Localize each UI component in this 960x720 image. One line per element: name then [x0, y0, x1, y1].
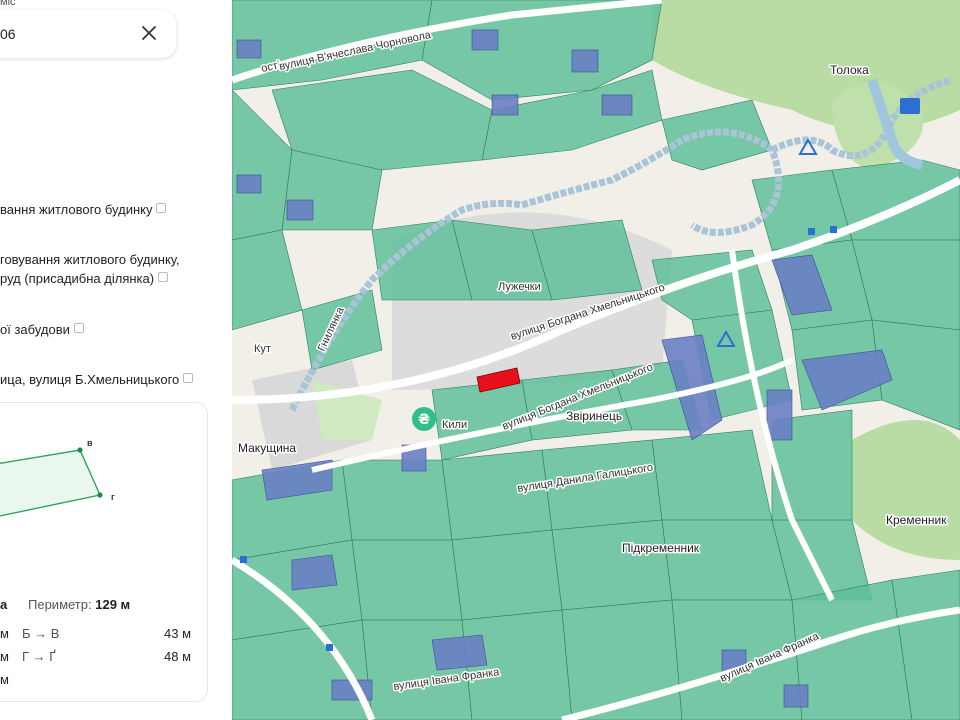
perimeter-stat: Периметр: 129 м: [28, 597, 130, 612]
copy-icon[interactable]: [156, 203, 167, 213]
vertex-g-dot: [97, 492, 103, 498]
place-label-zvirynets: Звіринець: [566, 409, 622, 423]
side-row-3-left: м: [0, 672, 9, 687]
side-row-1-left: м: [0, 626, 9, 641]
app: міс 06 вання житлового будинку говування…: [0, 0, 960, 720]
parcel-info-panel: міс 06 вання житлового будинку говування…: [0, 0, 232, 720]
place-label-makushchyna: Макущина: [238, 441, 296, 455]
purpose-line-2a: говування житлового будинку,: [0, 252, 180, 267]
parcel-outline: [0, 449, 101, 517]
address-line: ица, вулиця Б.Хмельницького: [0, 370, 194, 390]
swimming-icon[interactable]: [900, 98, 920, 114]
area-fragment: а: [0, 597, 8, 612]
category-text: ої забудови: [0, 322, 70, 337]
address-text: ица, вулиця Б.Хмельницького: [0, 372, 180, 387]
panel-top-label: міс: [0, 0, 16, 8]
close-button[interactable]: [138, 22, 160, 44]
close-icon: [142, 26, 156, 40]
purpose-text-1: вання житлового будинку: [0, 202, 153, 217]
place-label-luzhky: Лужечки: [498, 281, 541, 293]
perimeter-label: Периметр:: [28, 597, 92, 612]
place-label-kut: Кут: [254, 343, 271, 355]
place-label-pidkremennyk: Підкременник: [622, 541, 700, 555]
category-line: ої забудови: [0, 320, 84, 340]
vertex-g-label: г: [111, 492, 115, 502]
place-label-kremennyk: Кременник: [886, 513, 947, 527]
purpose-line-2b: руд (присадибна ділянка): [0, 269, 169, 289]
place-label-kyly: Кили: [442, 419, 467, 431]
search-box[interactable]: 06: [0, 10, 176, 58]
hryvnia-icon[interactable]: ₴: [412, 407, 436, 431]
side-row-2-label: Г → Ґ: [22, 649, 56, 664]
copy-icon[interactable]: [158, 272, 169, 282]
vertex-v-dot: [77, 447, 83, 453]
map-canvas[interactable]: ₴ ості вулиця В'ячеслава Чорновола Толок…: [232, 0, 960, 720]
cadastral-map[interactable]: ₴ ості вулиця В'ячеслава Чорновола Толок…: [232, 0, 960, 720]
parcel-outline-diagram: в г: [0, 438, 115, 517]
side-row-1-label: Б → В: [22, 626, 60, 641]
search-input[interactable]: 06: [0, 26, 16, 42]
perimeter-value: 129 м: [95, 597, 131, 612]
vertex-v-label: в: [87, 438, 93, 448]
svg-text:₴: ₴: [418, 412, 430, 428]
side-row-2-left: м: [0, 649, 9, 664]
side-row-2-length: 48 м: [164, 649, 192, 664]
side-row-1-length: 43 м: [164, 626, 192, 641]
forest-area: [852, 420, 960, 560]
copy-icon[interactable]: [73, 323, 84, 333]
copy-icon[interactable]: [183, 373, 194, 383]
purpose-line-1: вання житлового будинку: [0, 200, 167, 220]
place-label-toloka: Толока: [830, 63, 869, 77]
purpose-text-2b: руд (присадибна ділянка): [0, 271, 155, 286]
